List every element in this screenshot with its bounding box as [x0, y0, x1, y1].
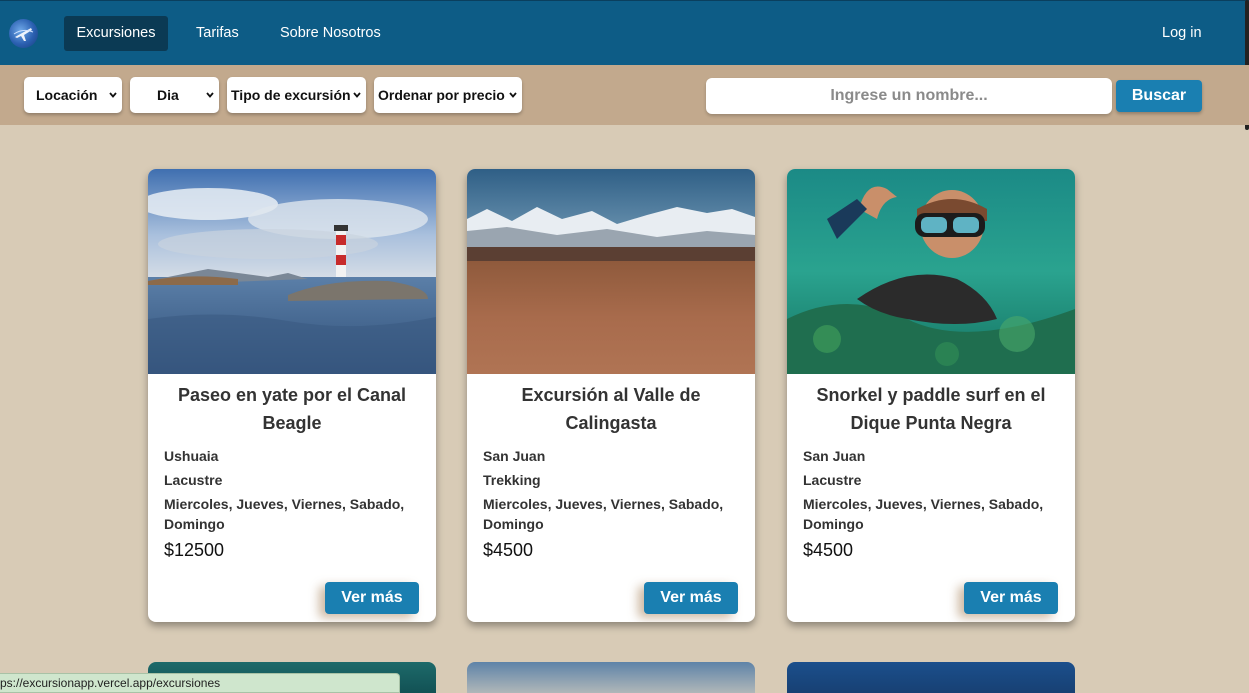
ver-mas-button[interactable]: Ver más: [644, 582, 738, 614]
nav-sobre-nosotros[interactable]: Sobre Nosotros: [268, 16, 393, 51]
card-days: Miercoles, Jueves, Viernes, Sabado, Domi…: [803, 496, 1044, 532]
card-days: Miercoles, Jueves, Viernes, Sabado, Domi…: [483, 496, 724, 532]
status-url: ps://excursionapp.vercel.app/excursiones: [0, 673, 400, 693]
ver-mas-button[interactable]: Ver más: [964, 582, 1058, 614]
navbar: Excursiones Tarifas Sobre Nosotros Log i…: [0, 0, 1249, 65]
order-select-label: Ordenar por precio: [378, 87, 505, 103]
day-select-label: Dia: [157, 87, 179, 103]
excursion-card: Snorkel y paddle surf en el Dique Punta …: [787, 169, 1075, 622]
type-select-label: Tipo de excursión: [231, 87, 351, 103]
login-link[interactable]: Log in: [1150, 16, 1214, 51]
excursion-card: Paseo en yate por el Canal Beagle Ushuai…: [148, 169, 436, 622]
lighthouse-photo: [148, 169, 436, 374]
chevron-down-icon: [109, 92, 117, 98]
order-select[interactable]: Ordenar por precio: [374, 77, 522, 113]
card-type: Lacustre: [803, 472, 862, 488]
card-type: Trekking: [483, 472, 541, 488]
nav-tarifas[interactable]: Tarifas: [184, 16, 251, 51]
airplane-globe-logo-icon[interactable]: [9, 19, 38, 48]
search-input[interactable]: [706, 78, 1112, 114]
type-select[interactable]: Tipo de excursión: [227, 77, 366, 113]
card-price: $4500: [803, 540, 854, 560]
nav-excursiones[interactable]: Excursiones: [64, 16, 168, 51]
card-location: Ushuaia: [164, 448, 219, 464]
excursion-card-partial[interactable]: [467, 662, 755, 693]
day-select[interactable]: Dia: [130, 77, 219, 113]
card-title: Snorkel y paddle surf en el Dique Punta …: [816, 385, 1046, 433]
valley-photo: [467, 169, 755, 374]
card-location: San Juan: [483, 448, 546, 464]
search-button[interactable]: Buscar: [1116, 80, 1202, 112]
card-title: Excursión al Valle de Calingasta: [521, 385, 701, 433]
snorkel-photo: [787, 169, 1075, 374]
chevron-down-icon: [509, 92, 517, 98]
excursion-card-partial[interactable]: [787, 662, 1075, 693]
location-select[interactable]: Locación: [24, 77, 122, 113]
card-title: Paseo en yate por el Canal Beagle: [177, 385, 407, 433]
card-price: $4500: [483, 540, 534, 560]
ver-mas-button[interactable]: Ver más: [325, 582, 419, 614]
card-days: Miercoles, Jueves, Viernes, Sabado, Domi…: [164, 496, 405, 532]
card-location: San Juan: [803, 448, 866, 464]
card-type: Lacustre: [164, 472, 223, 488]
card-price: $12500: [164, 540, 225, 560]
excursion-card: Excursión al Valle de Calingasta San Jua…: [467, 169, 755, 622]
chevron-down-icon: [353, 92, 361, 98]
filter-bar: Locación Dia Tipo de excursión Ordenar p…: [0, 65, 1249, 125]
chevron-down-icon: [206, 92, 214, 98]
location-select-label: Locación: [36, 87, 98, 103]
